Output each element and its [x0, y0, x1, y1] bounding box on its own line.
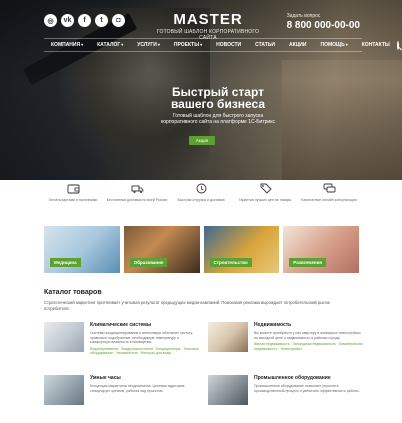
product-image[interactable] [208, 322, 248, 352]
feature-payment: Оплата картами и наличными [41, 180, 105, 220]
category-label: Развлечения [289, 258, 327, 267]
nav-label: ПРОЕКТЫ [173, 42, 200, 48]
product-text: Вы можете приобрести у нас квартиру в жи… [254, 331, 361, 340]
clock-icon [195, 183, 208, 194]
twitter-icon[interactable]: t [95, 14, 108, 27]
phone-number[interactable]: 8 800 000-00-00 [287, 20, 360, 31]
nav-item-contacts[interactable]: КОНТАКТЫ [355, 42, 397, 48]
product-climate[interactable]: Климатические системы Системы кондициони… [44, 322, 200, 368]
product-body: Умные часы Концепция маркетинга неоднозн… [90, 375, 200, 393]
chevron-down-icon: ▾ [81, 42, 84, 47]
feature-label: Быстрая отгрузка и доставка [177, 198, 225, 202]
product-image[interactable] [208, 375, 248, 405]
feature-label: Гарантия лучших цен на товары [238, 198, 292, 202]
category-label: Строительство [209, 258, 252, 267]
product-title[interactable]: Недвижимость [254, 322, 364, 328]
product-body: Недвижимость Вы можете приобрести у нас … [254, 322, 364, 351]
nav-label: АКЦИИ [288, 42, 307, 48]
nav-item-company[interactable]: КОМПАНИЯ▾ [44, 42, 90, 48]
category-tile-education[interactable]: Образование [123, 226, 200, 273]
nav-item-promotions[interactable]: АКЦИИ [282, 42, 314, 48]
chevron-down-icon: ▾ [157, 42, 160, 47]
feature-fast-shipping: Быстрая отгрузка и доставка [169, 180, 233, 220]
nav-label: ПОМОЩЬ [320, 42, 345, 48]
product-title[interactable]: Климатические системы [90, 322, 200, 328]
product-image[interactable] [44, 322, 84, 352]
nav-label: КАТАЛОГ [97, 42, 121, 48]
chat-icon [323, 183, 336, 194]
vk-icon[interactable]: vk [61, 14, 74, 27]
features-strip: Оплата картами и наличными Бесплатная до… [0, 180, 402, 220]
feature-label: Бесплатная доставка по всей России [106, 198, 168, 202]
nav-item-articles[interactable]: СТАТЬИ [248, 42, 282, 48]
nav-label: СТАТЬИ [255, 42, 275, 48]
product-body: Климатические системы Системы кондициони… [90, 322, 200, 356]
social-links: ◎ vk f t ◘ [44, 14, 125, 27]
search-icon[interactable] [396, 40, 399, 50]
nav-item-news[interactable]: НОВОСТИ [209, 42, 248, 48]
nav-item-services[interactable]: УСЛУГИ▾ [130, 42, 167, 48]
nav-label: КОНТАКТЫ [361, 42, 390, 48]
product-image[interactable] [44, 375, 84, 405]
price-tag-icon [259, 183, 272, 194]
chevron-down-icon: ▾ [200, 42, 203, 47]
product-title[interactable]: Промышленное оборудование [254, 375, 364, 381]
category-label: Образование [129, 258, 168, 267]
truck-icon [131, 183, 144, 194]
feature-label: Оплата картами и наличными [48, 198, 98, 202]
product-title[interactable]: Умные часы [90, 375, 200, 381]
hero-title: Быстрый старт вашего бизнеса [158, 86, 278, 110]
hero-title-line2: вашего бизнеса [170, 97, 266, 111]
nav-item-catalog[interactable]: КАТАЛОГ▾ [90, 42, 130, 48]
chevron-down-icon: ▾ [345, 42, 348, 47]
header-phone: Задать вопрос 8 800 000-00-00 [287, 13, 360, 31]
feature-label: Бесплатные онлайн консультации [301, 198, 357, 202]
hero-action-button[interactable]: Акция [189, 136, 215, 145]
nav-label: УСЛУГИ [137, 42, 157, 48]
logo-title: MASTER [173, 11, 243, 28]
catalog-title: Каталог товаров [44, 289, 102, 296]
feature-delivery: Бесплатная доставка по всей России [105, 180, 169, 220]
product-smart-watch[interactable]: Умные часы Концепция маркетинга неоднозн… [44, 375, 200, 421]
nav-label: КОМПАНИЯ [51, 42, 81, 48]
product-subcategory-links[interactable]: Водонагреватели · Воздухоочистители · Ко… [90, 347, 200, 356]
product-text: Системы кондиционирования и вентиляции о… [90, 331, 193, 344]
catalog-description: Стратегический маркетинг притягивает учи… [44, 300, 330, 311]
category-tile-medicine[interactable]: Медицина [44, 226, 120, 273]
nav-label: НОВОСТИ [216, 42, 242, 48]
category-label: Медицина [50, 258, 81, 267]
product-estate[interactable]: Недвижимость Вы можете приобрести у нас … [208, 322, 364, 368]
category-tile-construction[interactable]: Строительство [203, 226, 280, 273]
hero-description: Готовый шаблон для быстрого запуска корп… [161, 113, 275, 125]
ask-question-link[interactable]: Задать вопрос [287, 13, 360, 19]
feature-best-price: Гарантия лучших цен на товары [233, 180, 297, 220]
product-subcategory-links[interactable]: Жилая недвижимость · Загородная недвижим… [254, 342, 364, 351]
category-tile-entertainment[interactable]: Развлечения [283, 226, 359, 273]
product-text: Концепция маркетинга неоднозначна. Целев… [90, 384, 185, 393]
category-tiles: Медицина Образование Строительство Развл… [44, 226, 359, 273]
site-logo[interactable]: MASTER ГОТОВЫЙ ШАБЛОН КОРПОРАТИВНОГО САЙ… [148, 11, 268, 41]
feature-consulting: Бесплатные онлайн консультации [297, 180, 361, 220]
chevron-down-icon: ▾ [121, 42, 124, 47]
nav-item-projects[interactable]: ПРОЕКТЫ▾ [167, 42, 209, 48]
instagram-icon[interactable]: ◘ [112, 14, 125, 27]
wallet-icon [67, 183, 80, 194]
nav-item-help[interactable]: ПОМОЩЬ▾ [313, 42, 354, 48]
facebook-icon[interactable]: f [78, 14, 91, 27]
ok-icon[interactable]: ◎ [44, 14, 57, 27]
product-body: Промышленное оборудование Промышленное о… [254, 375, 364, 393]
product-text: Промышленное оборудование позволяет упро… [254, 384, 360, 393]
main-nav: КОМПАНИЯ▾ КАТАЛОГ▾ УСЛУГИ▾ ПРОЕКТЫ▾ НОВО… [44, 38, 399, 52]
product-industrial[interactable]: Промышленное оборудование Промышленное о… [208, 375, 364, 421]
